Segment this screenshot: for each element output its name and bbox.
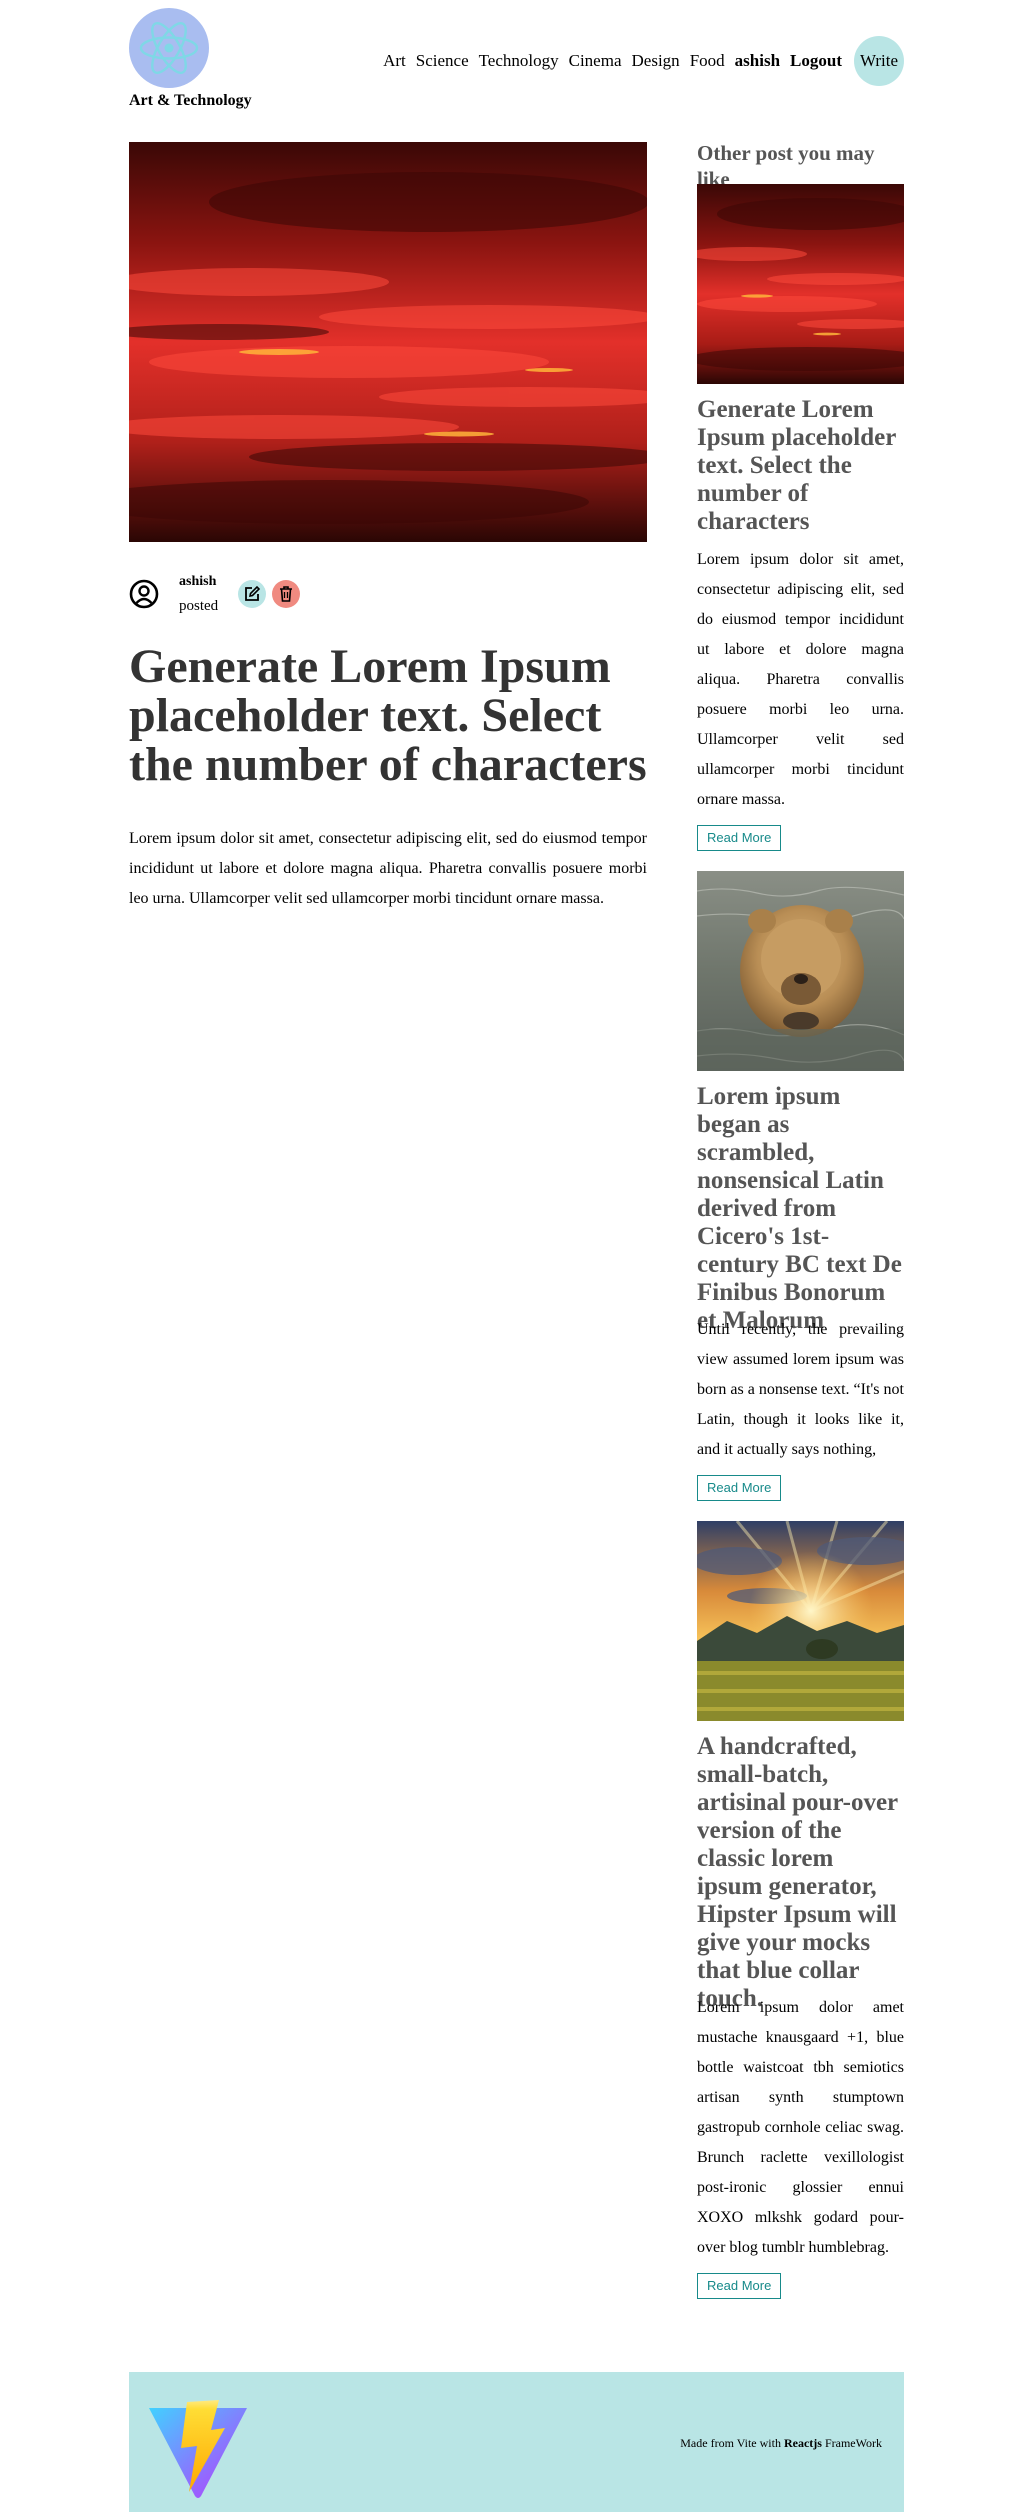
author-name: ashish bbox=[179, 574, 217, 589]
react-logo[interactable] bbox=[129, 8, 209, 88]
footer-suffix: FrameWork bbox=[824, 2436, 882, 2450]
read-more-button[interactable]: Read More bbox=[697, 1475, 782, 1501]
card-image-bear bbox=[697, 871, 904, 1071]
card-image-sunset bbox=[697, 1521, 904, 1721]
user-circle-icon bbox=[129, 579, 159, 609]
nav-art[interactable]: Art bbox=[383, 51, 406, 71]
post-title: Generate Lorem Ipsum placeholder text. S… bbox=[129, 640, 647, 791]
nav-design[interactable]: Design bbox=[632, 51, 680, 71]
card-description: Lorem ipsum dolor sit amet, consectetur … bbox=[697, 551, 904, 808]
edit-button[interactable] bbox=[238, 580, 267, 608]
edit-icon bbox=[245, 585, 261, 601]
related-posts-sidebar: Other post you may like Generate Lorem I… bbox=[697, 140, 904, 2299]
read-more-button[interactable]: Read More bbox=[697, 825, 782, 851]
card-title[interactable]: A handcrafted, small-batch, artisinal po… bbox=[697, 1733, 904, 2013]
logout-link[interactable]: Logout bbox=[790, 51, 842, 71]
author-info: ashish posted bbox=[179, 570, 218, 618]
posted-label: posted bbox=[179, 598, 219, 614]
react-atom-icon bbox=[139, 21, 199, 75]
card-title[interactable]: Generate Lorem Ipsum placeholder text. S… bbox=[697, 396, 904, 536]
site-footer: Made from Vite with Reactjs FrameWork bbox=[129, 2372, 904, 2512]
vite-logo-icon bbox=[149, 2400, 247, 2498]
post-main: ashish posted Generate Lorem Ipsum place… bbox=[129, 142, 647, 907]
author-row: ashish posted bbox=[129, 570, 301, 618]
nav-cinema[interactable]: Cinema bbox=[569, 51, 622, 71]
main-nav: Art Science Technology Cinema Design Foo… bbox=[373, 36, 904, 86]
nav-technology[interactable]: Technology bbox=[479, 51, 559, 71]
nav-science[interactable]: Science bbox=[416, 51, 469, 71]
card-title[interactable]: Lorem ipsum began as scrambled, nonsensi… bbox=[697, 1083, 904, 1335]
footer-framework: Reactjs bbox=[783, 2436, 822, 2450]
footer-credit: Made from Vite with Reactjs FrameWork bbox=[680, 2436, 882, 2451]
write-button[interactable]: Write bbox=[854, 36, 904, 86]
delete-button[interactable] bbox=[272, 580, 301, 608]
post-body: Lorem ipsum dolor sit amet, consectetur … bbox=[129, 830, 647, 907]
site-brand: Art & Technology bbox=[129, 92, 252, 109]
card-description: Lorem ipsum dolor amet mustache knausgaa… bbox=[697, 1999, 904, 2256]
post-hero-image bbox=[129, 142, 647, 542]
read-more-button[interactable]: Read More bbox=[697, 2273, 782, 2299]
site-header: Art & Technology Art Science Technology … bbox=[129, 0, 904, 120]
footer-prefix: Made from Vite with bbox=[680, 2436, 781, 2450]
card-description: Until recently, the prevailing view assu… bbox=[697, 1321, 904, 1458]
nav-username: ashish bbox=[734, 51, 781, 70]
nav-food[interactable]: Food bbox=[690, 51, 725, 71]
card-image-red-sky bbox=[697, 184, 904, 384]
trash-icon bbox=[280, 586, 293, 602]
